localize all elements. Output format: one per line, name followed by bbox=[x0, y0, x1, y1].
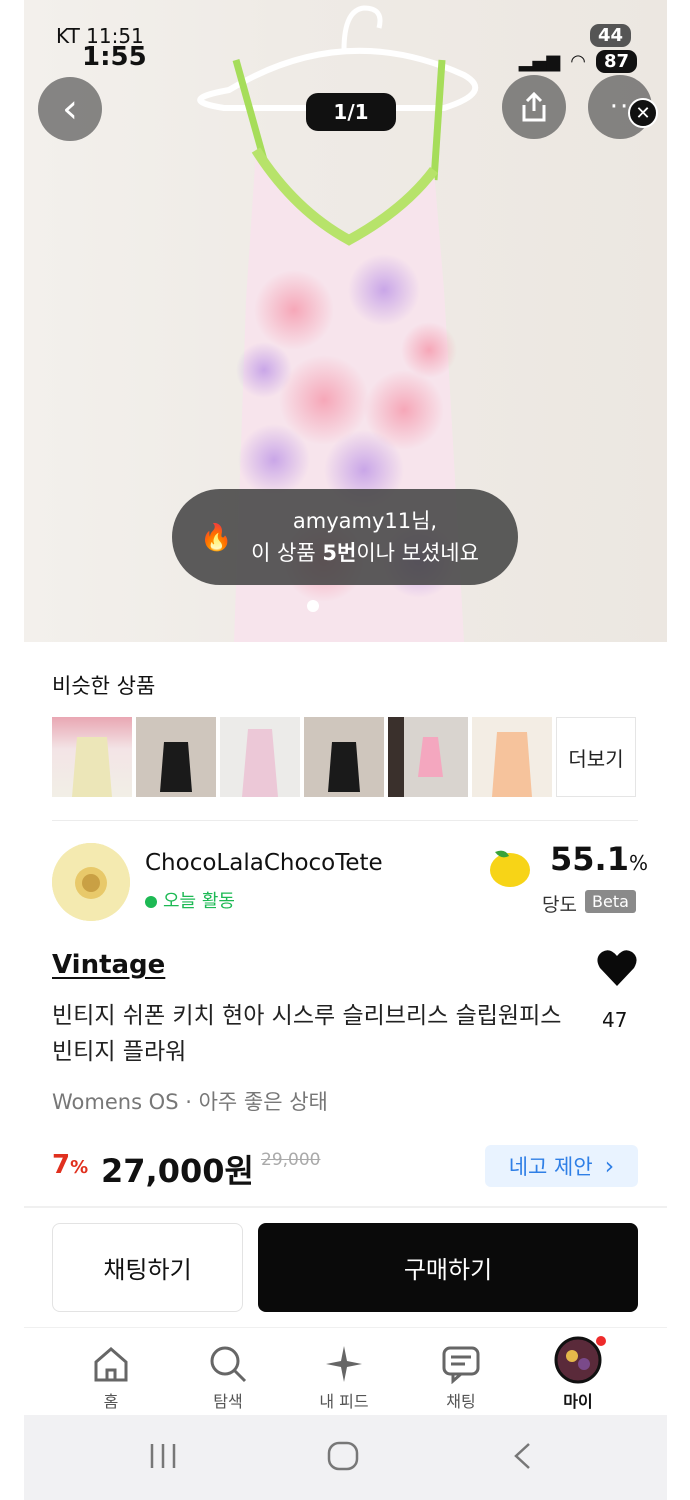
tab-home[interactable]: 홈 bbox=[61, 1338, 161, 1412]
section-divider bbox=[52, 820, 638, 821]
similar-product-thumb[interactable] bbox=[388, 717, 468, 797]
seller-avatar[interactable] bbox=[52, 843, 130, 921]
sparkle-icon bbox=[326, 1346, 362, 1382]
share-icon bbox=[522, 91, 546, 122]
original-price: 29,000 bbox=[261, 1150, 321, 1170]
similar-product-thumb[interactable] bbox=[304, 717, 384, 797]
home-nav-icon[interactable] bbox=[326, 1441, 360, 1471]
tab-chat[interactable]: 채팅 bbox=[411, 1338, 511, 1412]
battery-indicator: 87 bbox=[595, 50, 637, 73]
beta-badge: Beta bbox=[585, 890, 636, 913]
chevron-right-icon: › bbox=[604, 1152, 615, 1180]
search-icon bbox=[210, 1346, 247, 1383]
sweetness-label: 당도 bbox=[542, 894, 577, 916]
tab-my[interactable]: 마이 bbox=[528, 1336, 628, 1412]
sweetness-score: 55.1% bbox=[550, 840, 648, 878]
bottom-tab-bar: 홈 탐색 내 피드 채팅 마이 bbox=[24, 1327, 667, 1416]
product-meta: Womens OS · 아주 좋은 상태 bbox=[52, 1090, 328, 1114]
close-icon[interactable]: ✕ bbox=[628, 98, 658, 128]
recent-apps-icon[interactable] bbox=[148, 1441, 178, 1471]
online-dot-icon bbox=[145, 896, 157, 908]
seller-name[interactable]: ChocoLalaChocoTete bbox=[145, 850, 383, 876]
similar-products-title: 비슷한 상품 bbox=[52, 674, 156, 698]
more-dots-icon: ·· bbox=[609, 92, 631, 122]
price-offer-button[interactable]: 네고 제안 › bbox=[485, 1145, 638, 1187]
image-counter: 1/1 bbox=[306, 93, 396, 131]
product-image[interactable]: KT 11:51 1:55 ▂▄▆ ◠ 87 44 ‹ 1/1 ·· ✕ 🔥 a… bbox=[24, 0, 667, 642]
discount-rate: 7% bbox=[52, 1150, 89, 1180]
tab-my-feed[interactable]: 내 피드 bbox=[294, 1338, 394, 1412]
view-count-toast: 🔥 amyamy11님, 이 상품 5번이나 보셨네요 bbox=[172, 489, 518, 585]
tab-explore[interactable]: 탐색 bbox=[178, 1338, 278, 1412]
brand-link[interactable]: Vintage bbox=[52, 950, 165, 980]
system-navigation-bar bbox=[24, 1415, 667, 1500]
lemon-icon bbox=[490, 850, 530, 887]
share-button[interactable] bbox=[502, 75, 566, 139]
action-bar-divider bbox=[24, 1206, 667, 1208]
more-similar-button[interactable]: 더보기 bbox=[556, 717, 636, 797]
back-button[interactable]: ‹ bbox=[38, 77, 102, 141]
wifi-icon: ◠ bbox=[570, 51, 586, 72]
like-count: 47 bbox=[602, 1008, 628, 1032]
seller-activity-status: 오늘 활동 bbox=[145, 887, 235, 913]
app-screen: KT 11:51 1:55 ▂▄▆ ◠ 87 44 ‹ 1/1 ·· ✕ 🔥 a… bbox=[24, 0, 667, 1500]
notification-dot bbox=[596, 1336, 606, 1346]
toast-message: 이 상품 5번이나 보셨네요 bbox=[251, 541, 479, 565]
page-indicator-dot bbox=[307, 600, 319, 612]
avatar-icon bbox=[554, 1336, 602, 1384]
toast-greeting: amyamy11님, bbox=[292, 509, 438, 533]
similar-products-list: 더보기 bbox=[52, 717, 636, 797]
chat-icon bbox=[442, 1346, 480, 1384]
similar-product-thumb[interactable] bbox=[52, 717, 132, 797]
heart-icon[interactable] bbox=[596, 948, 638, 988]
similar-product-thumb[interactable] bbox=[220, 717, 300, 797]
signal-icon: ▂▄▆ bbox=[518, 51, 561, 72]
chevron-left-icon: ‹ bbox=[62, 86, 78, 132]
back-nav-icon[interactable] bbox=[510, 1441, 534, 1471]
battery-indicator-secondary: 44 bbox=[589, 24, 631, 47]
clock: 1:55 bbox=[82, 42, 147, 72]
similar-product-thumb[interactable] bbox=[136, 717, 216, 797]
home-icon bbox=[94, 1347, 128, 1382]
product-title: 빈티지 쉬폰 키치 현아 시스루 슬리브리스 슬립원피스 빈티지 플라워 bbox=[52, 1003, 562, 1065]
status-icons: ▂▄▆ ◠ 87 bbox=[519, 50, 637, 73]
price: 27,000원 bbox=[101, 1152, 254, 1190]
chat-button[interactable]: 채팅하기 bbox=[52, 1223, 243, 1312]
similar-product-thumb[interactable] bbox=[472, 717, 552, 797]
buy-button[interactable]: 구매하기 bbox=[258, 1223, 638, 1312]
flame-icon: 🔥 bbox=[200, 523, 233, 553]
